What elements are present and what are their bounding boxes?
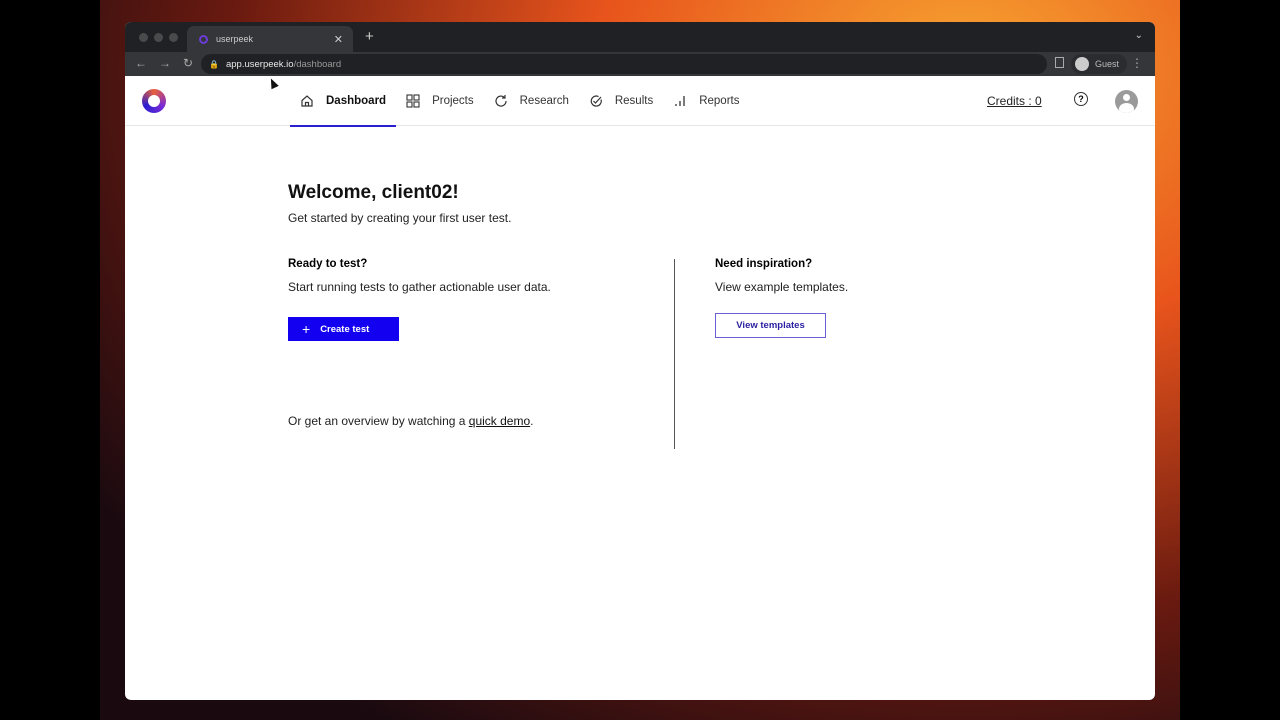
ready-to-test-panel: Ready to test? Start running tests to ga… xyxy=(288,258,668,341)
app-header: Dashboard Projects Research Results Repo… xyxy=(125,76,1155,127)
reload-icon[interactable]: ↻ xyxy=(183,56,193,70)
divider xyxy=(674,259,675,449)
home-icon xyxy=(301,95,313,107)
ready-text: Start running tests to gather actionable… xyxy=(288,280,551,294)
nav-research[interactable]: Research xyxy=(484,76,579,126)
url-host: app.userpeek.io xyxy=(225,58,294,70)
page-subtitle: Get started by creating your first user … xyxy=(288,211,512,225)
lock-icon: 🔒 xyxy=(209,59,219,69)
nav-label: Projects xyxy=(432,95,474,107)
inspiration-panel: Need inspiration? View example templates… xyxy=(715,258,848,338)
view-templates-button[interactable]: View templates xyxy=(715,313,826,338)
tab-search-chevron-icon[interactable]: ⌄ xyxy=(1135,30,1143,41)
demo-prefix: Or get an overview by watching a xyxy=(288,414,469,428)
nav-results[interactable]: Results xyxy=(579,76,663,126)
nav-dashboard[interactable]: Dashboard xyxy=(290,76,397,127)
welcome-section: Welcome, client02! Get started by creati… xyxy=(288,182,511,225)
nav-reports[interactable]: Reports xyxy=(663,76,749,126)
side-panel-icon[interactable] xyxy=(1055,57,1064,68)
nav-projects[interactable]: Projects xyxy=(396,76,484,126)
forward-icon[interactable]: → xyxy=(159,56,171,70)
userpeek-logo[interactable] xyxy=(142,89,166,113)
profile-button[interactable]: Guest xyxy=(1071,54,1128,74)
nav-label: Research xyxy=(519,95,569,107)
user-avatar-icon[interactable] xyxy=(1115,90,1138,113)
page-title: Welcome, client02! xyxy=(288,182,459,203)
back-icon[interactable]: ← xyxy=(135,56,147,70)
bar-chart-icon xyxy=(675,96,685,106)
demo-suffix: . xyxy=(530,414,534,428)
browser-toolbar: ← → ↻ 🔒 app.userpeek.io/dashboard Guest ⋮ xyxy=(125,52,1155,76)
demo-text: Or get an overview by watching a quick d… xyxy=(288,414,533,428)
button-label: Create test xyxy=(320,323,370,335)
address-bar[interactable]: 🔒 app.userpeek.io/dashboard xyxy=(201,54,1047,74)
url-path: /dashboard xyxy=(293,58,342,70)
nav-label: Dashboard xyxy=(326,95,387,107)
help-icon[interactable]: ? xyxy=(1074,92,1088,106)
favicon-icon xyxy=(199,34,208,44)
inspiration-text: View example templates. xyxy=(715,280,849,294)
tab-strip: userpeek ✕ + ⌄ xyxy=(125,22,1155,52)
browser-menu-icon[interactable]: ⋮ xyxy=(1131,56,1143,70)
plus-icon: + xyxy=(302,321,311,337)
nav-label: Results xyxy=(614,95,654,107)
tab-title: userpeek xyxy=(216,34,254,44)
profile-avatar-icon xyxy=(1075,57,1089,71)
browser-window: userpeek ✕ + ⌄ ← → ↻ 🔒 app.userpeek.io/das… xyxy=(125,22,1155,700)
nav-label: Reports xyxy=(699,95,740,107)
create-test-button[interactable]: + Create test xyxy=(288,317,399,341)
quick-demo-link[interactable]: quick demo xyxy=(469,414,530,428)
close-tab-icon[interactable]: ✕ xyxy=(334,33,343,46)
browser-tab[interactable]: userpeek ✕ xyxy=(187,26,353,52)
check-circle-icon xyxy=(590,95,602,107)
main-nav: Dashboard Projects Research Results Repo… xyxy=(290,76,749,127)
credits-link[interactable]: Credits : 0 xyxy=(987,94,1042,108)
grid-icon xyxy=(406,94,420,108)
refresh-icon xyxy=(495,95,507,107)
profile-label: Guest xyxy=(1095,59,1120,69)
window-controls[interactable] xyxy=(139,33,178,42)
new-tab-button[interactable]: + xyxy=(365,28,374,45)
ready-heading: Ready to test? xyxy=(288,258,368,270)
inspiration-heading: Need inspiration? xyxy=(715,258,813,270)
